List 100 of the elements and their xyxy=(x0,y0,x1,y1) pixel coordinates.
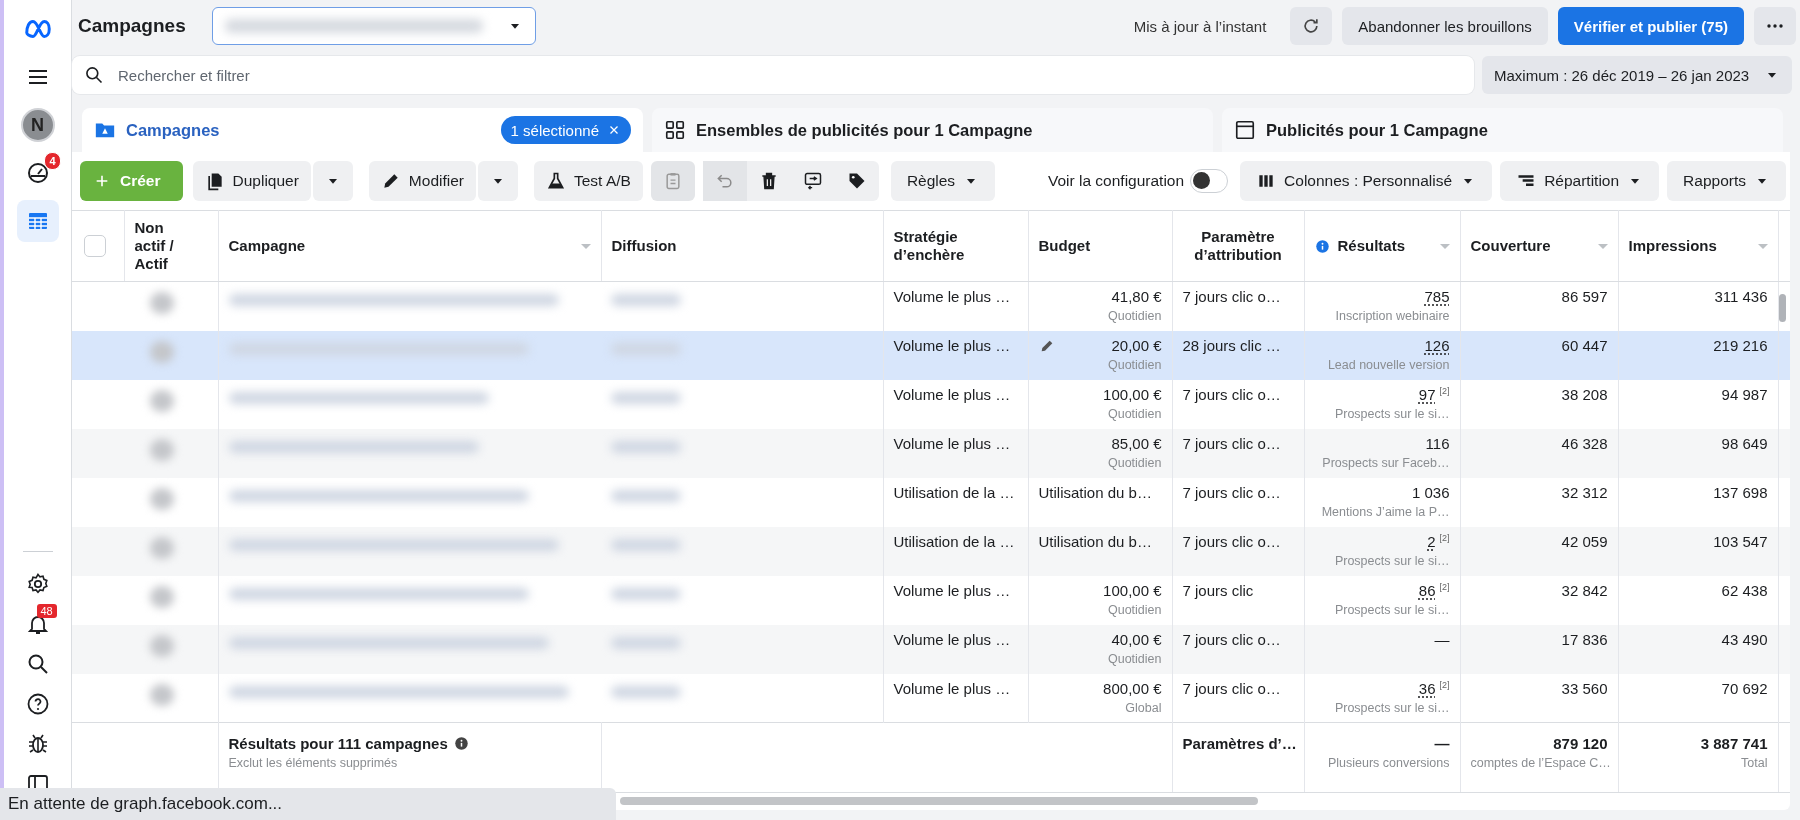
gauge-button[interactable]: 4 xyxy=(16,152,59,194)
table-cell: 42 059 xyxy=(1561,532,1608,550)
table-cell: 60 447 xyxy=(1561,336,1608,354)
table-row[interactable]: Volume le plus … 41,80 € Quotidien 7 jours clic o… 785 Inscription webinaire 86 597 311 436 xyxy=(72,281,1790,331)
table-row[interactable]: Utilisation de la … Utilisation du b… 7 jours clic o… 1 036 Mentions J’aime la P… 32 312 137 698 xyxy=(72,477,1790,527)
cell-caption: Prospects sur le si… xyxy=(1333,553,1450,568)
table-cell: Volume le plus … xyxy=(893,336,1011,354)
column-header[interactable]: Couverture xyxy=(1470,237,1590,255)
table-row[interactable]: Volume le plus … 800,00 € Global 7 jours clic o… 36 $^{[2]}$ Prospects sur le si… 33 560 70 692 xyxy=(72,673,1790,723)
cell-caption: Quotidien xyxy=(1107,651,1162,666)
cell-caption: Mentions J’aime la P… xyxy=(1320,504,1450,519)
table-cell: 103 547 xyxy=(1713,532,1768,550)
edit-button[interactable]: Modifier xyxy=(368,161,476,201)
summary-cell: 879 120 xyxy=(1553,735,1608,752)
page-title: Campagnes xyxy=(78,15,186,37)
table-cell: 41,80 € xyxy=(1111,288,1162,305)
table-cell: 17 836 xyxy=(1561,630,1608,648)
table-cell: 36 xyxy=(1418,679,1436,697)
cell-caption: Quotidien xyxy=(1107,406,1162,421)
discard-button[interactable]: Abandonner les brouillons xyxy=(1342,7,1548,45)
table-cell: 32 312 xyxy=(1561,483,1608,501)
table-cell: 311 436 xyxy=(1714,288,1768,305)
summary-cell: Paramètres d’… xyxy=(1182,735,1297,752)
table-row[interactable]: Volume le plus … 100,00 € Quotidien 7 jours clic 86 $^{[2]}$ Prospects sur le si… 32 842 62 438 xyxy=(72,575,1790,625)
table-cell: Utilisation du b… xyxy=(1038,483,1152,501)
table-cell: 20,00 € xyxy=(1111,336,1162,354)
table-cell: 7 jours clic o… xyxy=(1182,630,1281,648)
table-cell: 785 xyxy=(1424,288,1450,305)
column-header[interactable]: Impressions xyxy=(1628,237,1750,255)
summary-cell: — xyxy=(1434,735,1450,752)
table-cell: 100,00 € xyxy=(1103,581,1162,599)
table-cell: 7 jours clic o… xyxy=(1182,385,1281,403)
ab-test-button[interactable]: Test A/B xyxy=(534,161,643,201)
cell-caption: Global xyxy=(1124,700,1162,715)
cell-caption: Lead nouvelle version xyxy=(1326,357,1450,372)
table-cell: 86 597 xyxy=(1561,288,1608,305)
column-header[interactable]: Résultats xyxy=(1337,237,1432,255)
table-row[interactable]: Volume le plus … 20,00 € Quotidien 28 jours clic … 126 Lead nouvelle version 60 447 219 216 xyxy=(72,330,1790,380)
cell-caption: Prospects sur Faceb… xyxy=(1321,455,1450,470)
footnote-mark: [2] xyxy=(1439,385,1450,396)
date-range-select[interactable]: Maximum : 26 déc 2019 – 26 jan 2023 xyxy=(1482,56,1792,94)
dropdown-button[interactable]: Rapports xyxy=(1667,161,1786,201)
dropdown-button[interactable]: Colonnes : Personnalisé xyxy=(1240,161,1493,201)
table-cell: Volume le plus … xyxy=(893,385,1011,403)
summary-note: Exclut les éléments supprimés xyxy=(228,756,399,770)
table-cell: 62 438 xyxy=(1721,581,1768,599)
tab[interactable]: Publicités pour 1 Campagne xyxy=(1222,108,1783,152)
table-cell: 219 216 xyxy=(1713,336,1768,354)
table-row[interactable]: Volume le plus … 85,00 € Quotidien 7 jours clic o… 116 Prospects sur Faceb… 46 328 98 649 xyxy=(72,428,1790,478)
table-cell: 33 560 xyxy=(1561,679,1608,697)
table-cell: 38 208 xyxy=(1561,385,1608,403)
table-cell: Volume le plus … xyxy=(893,288,1011,305)
table-row[interactable]: Volume le plus … 40,00 € Quotidien 7 jours clic o… — 17 836 43 490 xyxy=(72,624,1790,674)
table-cell: Volume le plus … xyxy=(893,679,1011,697)
summary-title: Résultats pour 111 campagnes xyxy=(228,735,448,752)
table-cell: 1 036 xyxy=(1411,483,1450,501)
table-cell: 85,00 € xyxy=(1111,434,1162,452)
summary-cell: 3 887 741 xyxy=(1700,735,1768,752)
tab[interactable]: Campagnes 1 sélectionné xyxy=(82,108,643,152)
table-cell: Volume le plus … xyxy=(893,630,1011,648)
selection-chip[interactable]: 1 sélectionné xyxy=(500,116,631,144)
table-cell: 7 jours clic o… xyxy=(1182,288,1281,305)
cell-caption: Prospects sur le si… xyxy=(1333,700,1450,715)
table-cell: 116 xyxy=(1425,434,1450,452)
cell-caption: Plusieurs conversions xyxy=(1326,756,1450,770)
cell-caption: Quotidien xyxy=(1107,357,1162,372)
notification-badge: 4 xyxy=(44,152,61,170)
cell-caption: Inscription webinaire xyxy=(1334,309,1450,323)
table-cell: 98 649 xyxy=(1721,434,1768,452)
search-field[interactable]: Rechercher et filtrer xyxy=(72,56,1474,94)
cell-caption: comptes de l’Espace C… xyxy=(1470,756,1608,770)
dropdown-button[interactable]: Règles xyxy=(890,161,996,201)
table-cell: 70 692 xyxy=(1721,679,1768,697)
table-cell: Volume le plus … xyxy=(893,434,1011,452)
table-row[interactable]: Utilisation de la … Utilisation du b… 7 jours clic o… 2 $^{[2]}$ Prospects sur le si… 42 059 103 547 xyxy=(72,526,1790,576)
status-text: En attente de graph.facebook.com... xyxy=(8,794,283,814)
duplicate-button[interactable]: Dupliquer xyxy=(192,161,311,201)
dropdown-button[interactable]: Répartition xyxy=(1500,161,1660,201)
table-cell: 94 987 xyxy=(1721,385,1768,403)
notification-badge: 48 xyxy=(36,604,57,618)
table-cell: 126 xyxy=(1424,336,1450,354)
bell-button[interactable]: 48 xyxy=(16,606,59,642)
footnote-mark: [2] xyxy=(1439,581,1450,592)
table-row[interactable]: Volume le plus … 100,00 € Quotidien 7 jours clic o… 97 $^{[2]}$ Prospects sur le si… 38 208 94 987 xyxy=(72,379,1790,429)
cell-caption: Total xyxy=(1740,756,1768,770)
table-cell: Utilisation de la … xyxy=(893,483,1015,501)
cell-caption: Quotidien xyxy=(1107,455,1162,470)
cell-caption: Quotidien xyxy=(1107,602,1162,617)
table-cell: 43 490 xyxy=(1721,630,1768,648)
table-cell: Utilisation du b… xyxy=(1038,532,1152,550)
table-cell: Volume le plus … xyxy=(893,581,1011,599)
cell-caption: Quotidien xyxy=(1107,309,1162,323)
table-cell: 7 jours clic o… xyxy=(1182,483,1281,501)
toggle-label: Voir la configuration xyxy=(1047,172,1185,190)
table-cell: 137 698 xyxy=(1713,483,1768,501)
tab[interactable]: Ensembles de publicités pour 1 Campagne xyxy=(652,108,1213,152)
table-cell: 40,00 € xyxy=(1111,630,1162,648)
table-cell: 28 jours clic … xyxy=(1182,336,1281,354)
update-status: Mis à jour à l’instant xyxy=(1133,17,1267,35)
publish-button[interactable]: Vérifier et publier (75) xyxy=(1557,7,1744,45)
